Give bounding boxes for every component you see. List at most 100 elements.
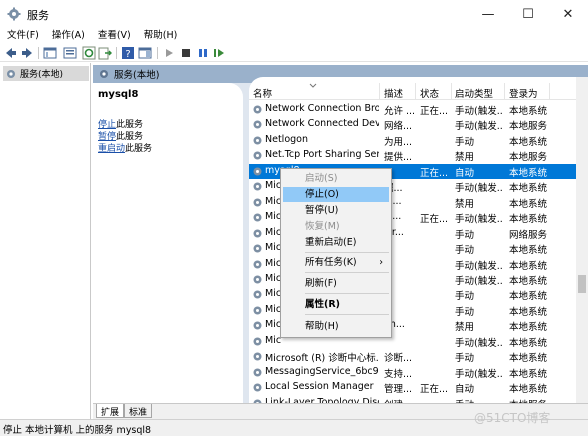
tree-item-services-local[interactable]: 服务(本地)	[3, 66, 89, 81]
cell-logon: 本地系统	[509, 384, 548, 396]
column-description[interactable]: 描述	[384, 86, 403, 100]
menu-item-properties[interactable]: 属性(R)	[283, 297, 389, 312]
export-list-icon[interactable]	[98, 46, 112, 60]
close-button[interactable]: ✕	[548, 0, 588, 28]
cell-logon: 本地系统	[509, 167, 548, 179]
cell-name: Network Connected Devi...	[265, 118, 379, 130]
tab-standard[interactable]: 标准	[124, 404, 153, 418]
menu-item-stop[interactable]: 停止(O)	[283, 187, 389, 202]
service-gear-icon	[253, 105, 262, 114]
cell-desc: 为用...	[384, 136, 413, 148]
description-panel: mysql8 停止此服务 暂停此服务 重启动此服务	[93, 83, 243, 403]
restart-service-icon[interactable]	[212, 46, 226, 60]
cell-desc: 网络...	[384, 121, 413, 133]
cell-name: Net.Tcp Port Sharing Ser...	[265, 149, 379, 161]
service-gear-icon	[253, 260, 262, 268]
menu-item-restart[interactable]: 重新启动(E)	[283, 235, 389, 250]
console-tree-icon[interactable]	[43, 46, 57, 60]
service-gear-icon	[253, 290, 262, 299]
cell-logon: 本地系统	[509, 353, 548, 365]
cell-desc: 支持...	[384, 368, 413, 380]
cell-logon: 本地系统	[509, 260, 548, 272]
column-divider[interactable]	[549, 83, 550, 100]
menu-separator	[305, 314, 389, 315]
menu-file[interactable]: 文件(F)	[0, 28, 45, 44]
column-divider[interactable]	[504, 83, 505, 100]
main-header-title: 服务(本地)	[114, 70, 160, 81]
cell-startup: 手动(触发...	[455, 260, 503, 272]
menu-item-pause[interactable]: 暂停(U)	[283, 203, 389, 218]
title-bar: 服务 — ☐ ✕	[0, 0, 588, 28]
menu-separator	[305, 293, 389, 294]
show-hide-action-pane-icon[interactable]	[138, 46, 152, 60]
service-gear-icon	[253, 182, 262, 191]
menu-item-refresh[interactable]: 刷新(F)	[283, 276, 389, 291]
service-gear-icon	[253, 275, 262, 284]
cell-status: 正在...	[420, 106, 449, 117]
services-gear-icon	[100, 70, 108, 78]
menu-item-help[interactable]: 帮助(H)	[283, 319, 389, 334]
back-arrow-icon[interactable]	[4, 46, 18, 60]
table-row[interactable]: Network Connected Devi... 网络... 手动(触发... 本地…	[249, 117, 576, 132]
table-row[interactable]: Network Connection Bro... 允许 ... 正在... 手动(触…	[249, 102, 576, 117]
menu-bar: 文件(F) 操作(A) 查看(V) 帮助(H)	[0, 28, 588, 44]
cell-startup: 自动	[455, 384, 475, 396]
cell-logon: 本地系统	[509, 198, 548, 210]
cell-startup: 手动	[455, 136, 475, 148]
service-gear-icon	[253, 198, 262, 207]
start-service-icon[interactable]	[162, 46, 176, 60]
column-divider[interactable]	[415, 83, 416, 100]
link-suffix: 此服务	[125, 144, 153, 154]
cell-startup: 手动(触发...	[455, 275, 503, 287]
menu-item-resume[interactable]: 恢复(M)	[283, 219, 389, 234]
menu-item-label: 所有任务(K)	[305, 257, 357, 268]
cell-name: Microsoft (R) 诊断中心标...	[265, 353, 379, 365]
cell-startup: 手动(触发...	[455, 337, 503, 349]
svg-text:?: ?	[125, 49, 130, 60]
services-gear-icon	[7, 69, 15, 78]
maximize-button[interactable]: ☐	[508, 0, 548, 28]
column-name[interactable]: 名称	[253, 86, 272, 100]
properties-icon[interactable]	[63, 46, 77, 60]
cell-logon: 本地系统	[509, 214, 548, 226]
restart-service-row: 重启动此服务	[98, 141, 152, 154]
service-gear-icon	[253, 213, 262, 222]
menu-help[interactable]: 帮助(H)	[137, 28, 184, 44]
cell-logon: 本地系统	[509, 291, 548, 303]
cell-name: MessagingService_6bc9c	[265, 365, 379, 377]
scrollbar-thumb[interactable]	[578, 275, 586, 293]
cell-logon: 本地系统	[509, 275, 548, 287]
column-divider[interactable]	[379, 83, 380, 100]
refresh-icon[interactable]	[82, 46, 96, 60]
service-gear-icon	[253, 136, 262, 145]
menu-view[interactable]: 查看(V)	[91, 28, 137, 44]
cell-startup: 禁用	[455, 322, 475, 334]
table-row[interactable]: Net.Tcp Port Sharing Ser... 提供... 禁用 本地服务	[249, 148, 576, 163]
table-row[interactable]: Netlogon 为用... 手动 本地系统	[249, 133, 576, 148]
table-row[interactable]: Microsoft (R) 诊断中心标... 诊断... 手动 本地系统	[249, 349, 576, 364]
column-startup-type[interactable]: 启动类型	[455, 86, 493, 100]
tab-extended[interactable]: 扩展	[96, 404, 125, 418]
minimize-button[interactable]: —	[468, 0, 508, 28]
context-menu: 启动(S) 停止(O) 暂停(U) 恢复(M) 重新启动(E) 所有任务(K) ›…	[280, 168, 392, 338]
menu-item-all-tasks[interactable]: 所有任务(K) ›	[283, 255, 389, 270]
table-row[interactable]: MessagingService_6bc9c 支持... 手动(触发... 本地系统	[249, 365, 576, 380]
pause-service-icon[interactable]	[196, 46, 210, 60]
stop-service-icon[interactable]	[179, 46, 193, 60]
help-icon[interactable]: ?	[121, 46, 135, 60]
cell-startup: 手动(触发...	[455, 214, 503, 226]
menu-action[interactable]: 操作(A)	[45, 28, 91, 44]
table-row[interactable]: Local Session Manager 管理... 正在... 自动 本地系统	[249, 380, 576, 395]
cell-logon: 本地系统	[509, 106, 548, 117]
service-gear-icon	[253, 383, 262, 392]
cell-logon: 本地系统	[509, 183, 548, 195]
column-status[interactable]: 状态	[420, 86, 439, 100]
cell-startup: 手动	[455, 306, 475, 318]
restart-service-link[interactable]: 重启动	[98, 144, 125, 154]
vertical-scrollbar[interactable]	[576, 77, 588, 404]
forward-arrow-icon[interactable]	[20, 46, 34, 60]
menu-item-start[interactable]: 启动(S)	[283, 171, 389, 186]
column-log-on-as[interactable]: 登录为	[509, 86, 538, 100]
column-divider[interactable]	[451, 83, 452, 100]
console-tree: 服务(本地)	[0, 63, 91, 419]
